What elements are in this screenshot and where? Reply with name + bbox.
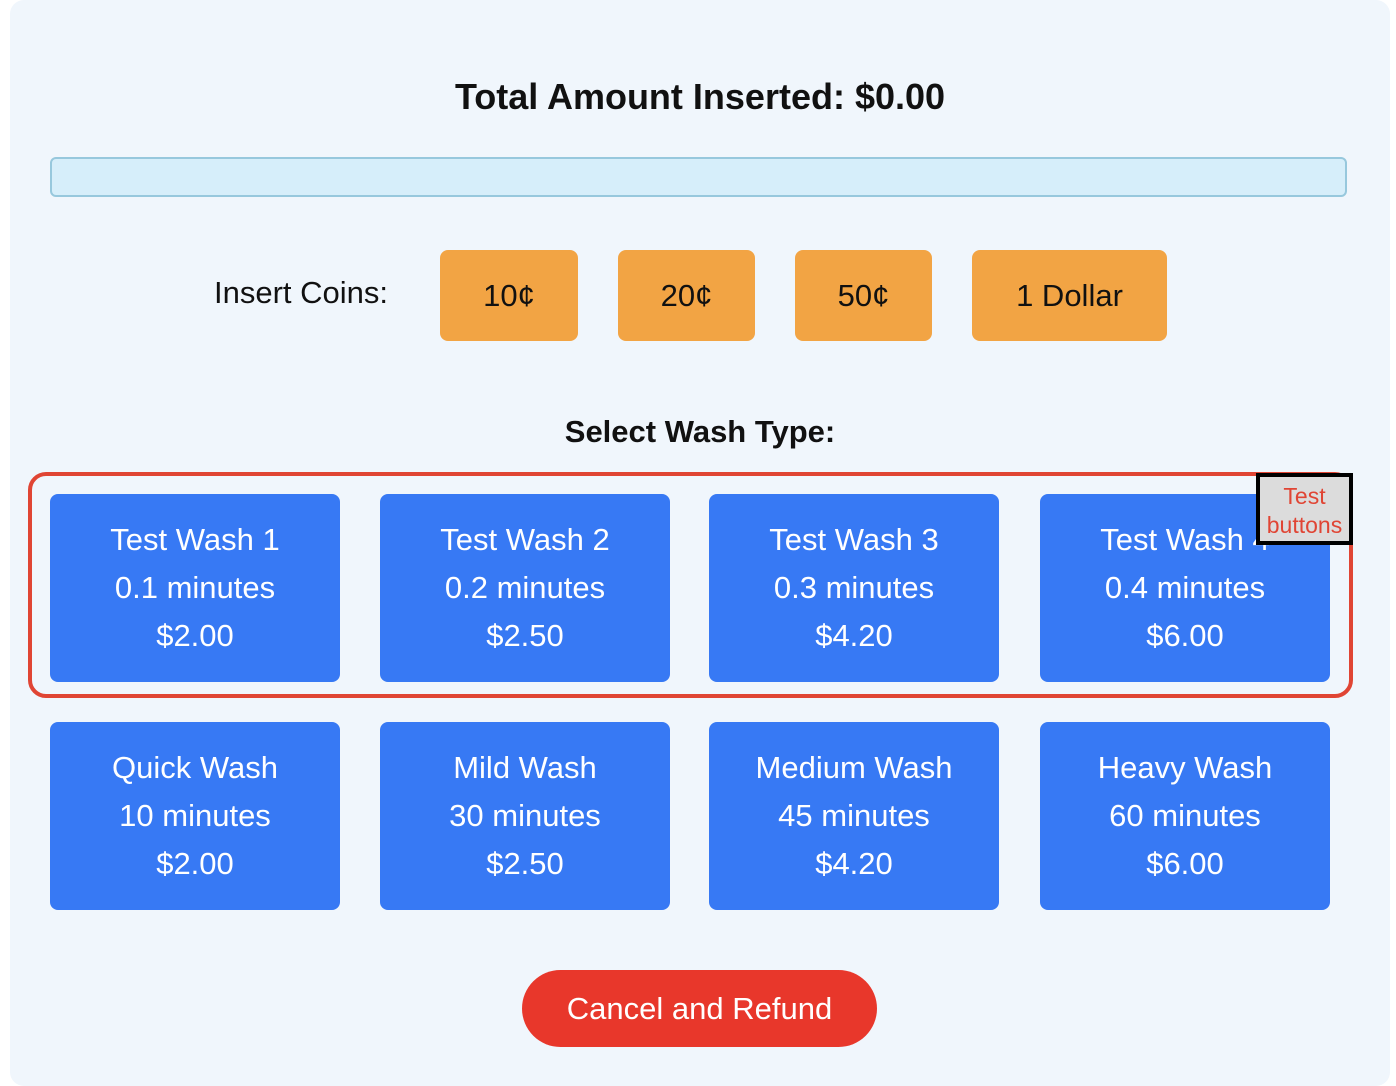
heavy-wash-button[interactable]: Heavy Wash 60 minutes $6.00 — [1040, 722, 1330, 910]
cancel-and-refund-button[interactable]: Cancel and Refund — [522, 970, 877, 1047]
wash-name: Test Wash 1 — [110, 522, 280, 557]
test-wash-1-button[interactable]: Test Wash 1 0.1 minutes $2.00 — [50, 494, 340, 682]
wash-price: $6.00 — [1146, 618, 1224, 653]
wash-duration: 0.3 minutes — [773, 570, 935, 605]
total-amount-heading: Total Amount Inserted: $0.00 — [454, 76, 946, 117]
wash-duration: 10 minutes — [119, 798, 271, 833]
wash-name: Mild Wash — [453, 750, 597, 785]
wash-name: Test Wash 4 — [1100, 522, 1270, 557]
amount-progress-bar — [50, 157, 1347, 197]
wash-name: Quick Wash — [112, 750, 278, 785]
wash-duration: 45 minutes — [778, 798, 930, 833]
wash-price: $2.50 — [486, 846, 564, 881]
coin-10-cents-button[interactable]: 10¢ — [440, 250, 578, 341]
test-buttons-tag: Test buttons — [1256, 473, 1353, 545]
wash-duration: 0.1 minutes — [114, 570, 276, 605]
coin-50-cents-button[interactable]: 50¢ — [795, 250, 932, 341]
wash-name: Test Wash 2 — [440, 522, 610, 557]
wash-price: $4.20 — [815, 846, 893, 881]
wash-price: $2.00 — [156, 846, 234, 881]
wash-price: $4.20 — [815, 618, 893, 653]
wash-duration: 30 minutes — [449, 798, 601, 833]
wash-name: Test Wash 3 — [769, 522, 939, 557]
wash-name: Medium Wash — [755, 750, 953, 785]
select-wash-type-label: Select Wash Type: — [564, 414, 836, 449]
coin-1-dollar-button[interactable]: 1 Dollar — [972, 250, 1167, 341]
insert-coins-label: Insert Coins: — [214, 275, 389, 310]
wash-price: $6.00 — [1146, 846, 1224, 881]
test-wash-2-button[interactable]: Test Wash 2 0.2 minutes $2.50 — [380, 494, 670, 682]
wash-price: $2.50 — [486, 618, 564, 653]
wash-name: Heavy Wash — [1097, 750, 1273, 785]
quick-wash-button[interactable]: Quick Wash 10 minutes $2.00 — [50, 722, 340, 910]
wash-price: $2.00 — [156, 618, 234, 653]
wash-duration: 0.2 minutes — [444, 570, 606, 605]
medium-wash-button[interactable]: Medium Wash 45 minutes $4.20 — [709, 722, 999, 910]
mild-wash-button[interactable]: Mild Wash 30 minutes $2.50 — [380, 722, 670, 910]
wash-duration: 0.4 minutes — [1104, 570, 1266, 605]
coin-20-cents-button[interactable]: 20¢ — [618, 250, 755, 341]
wash-duration: 60 minutes — [1109, 798, 1261, 833]
test-wash-3-button[interactable]: Test Wash 3 0.3 minutes $4.20 — [709, 494, 999, 682]
